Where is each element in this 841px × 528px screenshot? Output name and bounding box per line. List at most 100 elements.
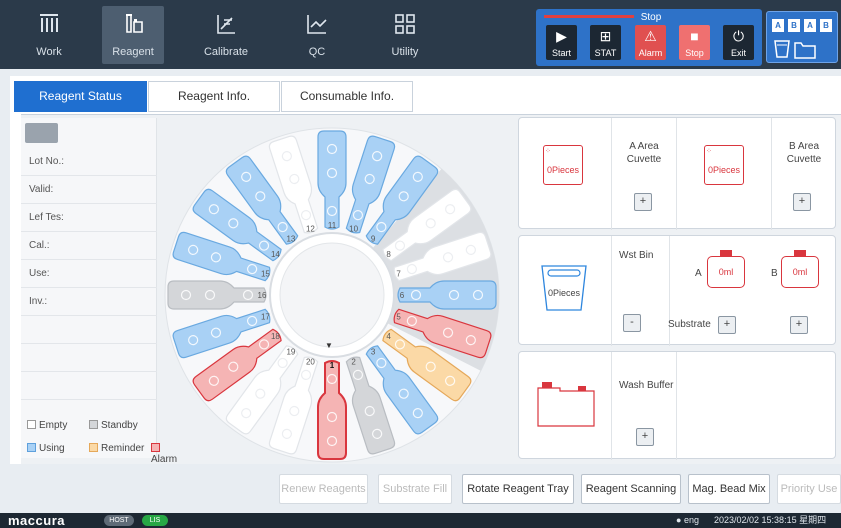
slot-number-label: 12 bbox=[306, 224, 315, 233]
substrate-fill-button[interactable]: Substrate Fill bbox=[378, 474, 452, 504]
nav-calibrate[interactable]: Calibrate bbox=[195, 6, 257, 64]
rotate-reagent-tray-button[interactable]: Rotate Reagent Tray bbox=[462, 474, 574, 504]
bin-icon bbox=[774, 40, 816, 59]
slot-number-label: 2 bbox=[351, 358, 356, 367]
substrate-a-add-button[interactable]: + bbox=[718, 316, 736, 334]
tab-consumable-info[interactable]: Consumable Info. bbox=[281, 81, 413, 112]
tray-center-inner bbox=[279, 242, 385, 348]
slot-number-label: 7 bbox=[396, 269, 401, 278]
nav-qc-label: QC bbox=[308, 46, 326, 58]
waste-bin-count: 0Pieces bbox=[547, 288, 581, 298]
cal-field: Cal.: bbox=[21, 232, 157, 260]
mag-bead-mix-button[interactable]: Mag. Bead Mix bbox=[688, 474, 770, 504]
tray-pointer-icon: ▼ bbox=[325, 341, 333, 350]
cuvette-dots-icon: ⁘ bbox=[545, 148, 551, 155]
brand-logo: maccura bbox=[8, 513, 65, 528]
reagent-tray[interactable]: ▼ 1 234567891011121314151617181920 bbox=[159, 115, 505, 465]
utility-icon bbox=[395, 14, 415, 34]
substrate-b-bottle-icon: 0ml bbox=[781, 250, 819, 288]
info-row-blank bbox=[21, 344, 157, 372]
b-area-cuvette-count: 0Pieces bbox=[707, 165, 741, 175]
user-indicator: ● eng bbox=[676, 515, 699, 526]
nav-reagent[interactable]: Reagent bbox=[102, 6, 164, 64]
b-area-cuvette-icon: ⁘ 0Pieces bbox=[704, 145, 744, 185]
slot-number-label: 11 bbox=[328, 221, 337, 230]
substrate-b-add-button[interactable]: + bbox=[790, 316, 808, 334]
main-panel: Reagent Status Reagent Info. Consumable … bbox=[10, 76, 841, 465]
slot-number-label: 8 bbox=[386, 250, 391, 259]
slot-number-label: 14 bbox=[271, 250, 280, 259]
tab-reagent-status[interactable]: Reagent Status bbox=[14, 81, 147, 112]
alarm-icon: ⚠ bbox=[644, 28, 657, 44]
substrate-b-label: B bbox=[771, 268, 778, 279]
user-icon: ● bbox=[676, 515, 682, 525]
a-area-add-button[interactable]: + bbox=[634, 193, 652, 211]
stop-icon: ■ bbox=[690, 28, 699, 44]
a-area-cuvette-count: 0Pieces bbox=[546, 165, 580, 175]
wash-buffer-label: Wash Buffer bbox=[619, 380, 674, 391]
reagent-scanning-button[interactable]: Reagent Scanning bbox=[581, 474, 681, 504]
nav-calibrate-label: Calibrate bbox=[203, 46, 249, 58]
alarm-button[interactable]: ⚠ Alarm bbox=[635, 25, 666, 60]
slot-number-label: 17 bbox=[261, 313, 270, 322]
sensor-b-bottle-indicator: B bbox=[819, 18, 833, 33]
legend-reminder-swatch bbox=[89, 443, 98, 452]
reagent-icon bbox=[126, 14, 143, 33]
top-navigation: Work Reagent Calibrate QC Utility Stop ▶… bbox=[0, 0, 841, 69]
legend-empty: Empty bbox=[27, 420, 67, 431]
substrate-a-label: A bbox=[695, 268, 702, 279]
reagent-detail-panel: Lot No.: Valid: Lef Tes: Cal.: Use: Inv.… bbox=[21, 118, 177, 465]
b-area-add-button[interactable]: + bbox=[793, 193, 811, 211]
renew-reagents-button[interactable]: Renew Reagents bbox=[279, 474, 368, 504]
priority-use-button[interactable]: Priority Use bbox=[777, 474, 841, 504]
tab-reagent-info[interactable]: Reagent Info. bbox=[148, 81, 280, 112]
legend-reminder: Reminder bbox=[89, 443, 144, 454]
exit-button[interactable]: ⏻ Exit bbox=[723, 25, 754, 60]
slot-number-label: 16 bbox=[258, 291, 267, 300]
info-row-blank bbox=[21, 372, 157, 400]
work-icon bbox=[40, 14, 58, 32]
nav-utility-label: Utility bbox=[391, 46, 419, 58]
run-status-text: Stop bbox=[640, 12, 662, 23]
slot-number-label: 1 bbox=[330, 361, 335, 370]
valid-field: Valid: bbox=[21, 176, 157, 204]
slot-number-label: 9 bbox=[371, 234, 376, 243]
a-area-cuvette-icon: ⁘ 0Pieces bbox=[543, 145, 583, 185]
wash-buffer-add-button[interactable]: + bbox=[636, 428, 654, 446]
waste-bin-icon bbox=[541, 265, 587, 311]
legend-standby: Standby bbox=[89, 420, 138, 431]
substrate-label: Substrate bbox=[668, 319, 711, 330]
nav-utility[interactable]: Utility bbox=[374, 6, 436, 64]
qc-icon bbox=[307, 15, 327, 34]
stop-button[interactable]: ■ Stop bbox=[679, 25, 710, 60]
stat-button[interactable]: ⊞ STAT bbox=[590, 25, 621, 60]
inv-field: Inv.: bbox=[21, 288, 157, 316]
nav-reagent-label: Reagent bbox=[112, 46, 154, 58]
use-field: Use: bbox=[21, 260, 157, 288]
nav-work-label: Work bbox=[36, 46, 62, 58]
slot-number-label: 18 bbox=[271, 332, 280, 341]
waste-bin-reset-button[interactable]: - bbox=[623, 314, 641, 332]
waste-bin-label: Wst Bin bbox=[619, 250, 654, 261]
substrate-a-bottle-icon: 0ml bbox=[707, 250, 745, 288]
play-icon: ▶ bbox=[556, 28, 567, 44]
cuvette-panel: ⁘ 0Pieces A Area Cuvette + ⁘ 0Pieces B Ar… bbox=[518, 117, 836, 230]
lis-status-badge: LIS bbox=[142, 515, 168, 526]
wash-buffer-panel: Wash Buffer + bbox=[518, 351, 836, 460]
nav-qc[interactable]: QC bbox=[286, 6, 348, 64]
wash-buffer-container-icon bbox=[537, 382, 595, 427]
slot-number-label: 6 bbox=[400, 291, 405, 300]
slot-number-label: 20 bbox=[306, 358, 315, 367]
reagent-color-swatch bbox=[25, 123, 58, 143]
sensor-status-panel[interactable]: A B A B bbox=[766, 11, 838, 63]
nav-work[interactable]: Work bbox=[18, 6, 80, 64]
run-control-panel: Stop ▶ Start ⊞ STAT ⚠ Alarm ■ Stop ⏻ Exi… bbox=[536, 9, 762, 66]
a-area-cuvette-label: A Area Cuvette bbox=[626, 141, 662, 165]
host-status-badge: HOST bbox=[104, 515, 134, 526]
start-button[interactable]: ▶ Start bbox=[546, 25, 577, 60]
legend-standby-swatch bbox=[89, 420, 98, 429]
cuvette-dots-icon: ⁘ bbox=[706, 148, 712, 155]
stat-plus-icon: ⊞ bbox=[599, 28, 612, 44]
current-user: eng bbox=[683, 515, 699, 525]
datetime: 2023/02/02 15:38:15 星期四 bbox=[714, 515, 827, 525]
